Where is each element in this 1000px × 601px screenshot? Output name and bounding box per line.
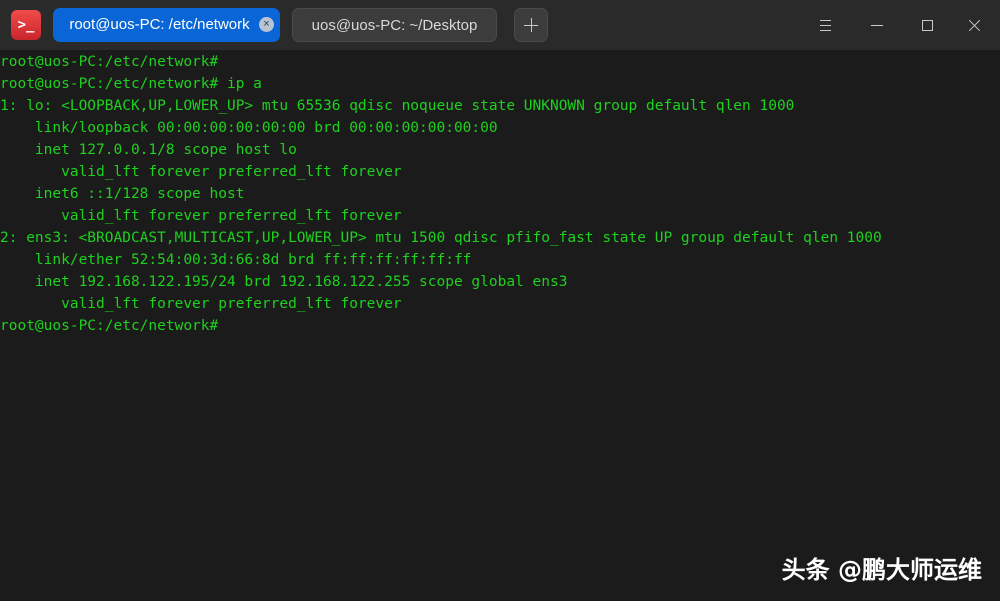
tab-label: uos@uos-PC: ~/Desktop [311, 17, 478, 34]
terminal-line: inet6 ::1/128 scope host [0, 186, 245, 202]
terminal-line: valid_lft forever preferred_lft forever [0, 164, 402, 180]
terminal-line: root@uos-PC:/etc/network# [0, 54, 219, 70]
terminal-line: root@uos-PC:/etc/network# ip a [0, 76, 262, 92]
maximize-icon[interactable] [912, 10, 942, 40]
terminal-line: valid_lft forever preferred_lft forever [0, 296, 402, 312]
menu-icon[interactable] [811, 10, 841, 40]
terminal-icon[interactable]: >_ [11, 10, 41, 40]
new-tab-button[interactable] [514, 8, 548, 42]
terminal-line: inet 127.0.0.1/8 scope host lo [0, 142, 297, 158]
close-icon[interactable] [960, 10, 990, 40]
watermark: 头条 @鹏大师运维 [781, 556, 982, 584]
tab-close-icon[interactable]: × [259, 17, 274, 32]
terminal-line: 2: ens3: <BROADCAST,MULTICAST,UP,LOWER_U… [0, 230, 882, 246]
title-bar: >_ root@uos-PC: /etc/network × uos@uos-P… [0, 0, 1000, 50]
terminal-prompt: root@uos-PC:/etc/network# [0, 318, 219, 334]
terminal-line: inet 192.168.122.195/24 brd 192.168.122.… [0, 274, 568, 290]
terminal-output[interactable]: root@uos-PC:/etc/network# root@uos-PC:/e… [0, 50, 1000, 601]
tab-label: root@uos-PC: /etc/network [69, 16, 250, 33]
minimize-icon[interactable] [862, 10, 892, 40]
terminal-line: valid_lft forever preferred_lft forever [0, 208, 402, 224]
terminal-line: link/loopback 00:00:00:00:00:00 brd 00:0… [0, 120, 498, 136]
terminal-line: 1: lo: <LOOPBACK,UP,LOWER_UP> mtu 65536 … [0, 98, 795, 114]
terminal-line: link/ether 52:54:00:3d:66:8d brd ff:ff:f… [0, 252, 472, 268]
tab-uos-desktop[interactable]: uos@uos-PC: ~/Desktop [292, 8, 497, 42]
tab-root-network[interactable]: root@uos-PC: /etc/network × [53, 8, 280, 42]
